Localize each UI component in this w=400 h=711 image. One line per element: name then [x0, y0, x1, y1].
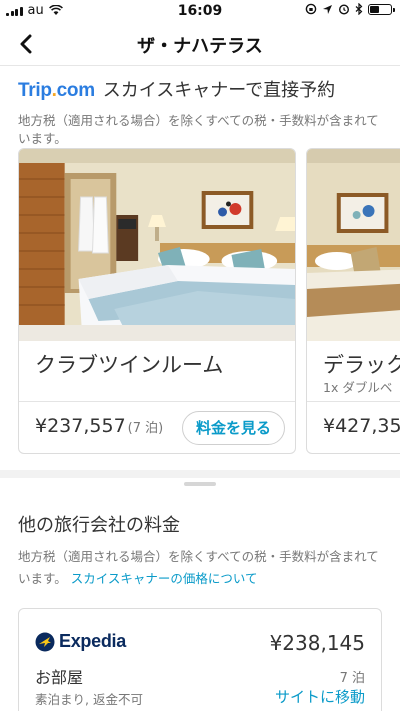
direct-booking-tax-note: 地方税（適用される場合）を除くすべての税・手数料が含まれています。 [18, 113, 379, 146]
room-photo [307, 149, 400, 341]
room-card[interactable]: デラック 1x ダブルベ ¥427,35 [306, 148, 400, 454]
view-price-button[interactable]: 料金を見る [181, 411, 285, 445]
other-agents-note: 地方税（適用される場合）を除くすべての税・手数料が含まれています。 スカイスキャ… [18, 546, 386, 590]
room-price-nights: (7 泊) [127, 421, 164, 436]
card-divider [307, 401, 400, 402]
expedia-logo: Expedia [35, 631, 126, 652]
chevron-left-icon [20, 34, 32, 54]
trip-com-logo: Trip.com [18, 80, 95, 101]
section-separator [0, 470, 400, 478]
room-name: クラブツインルーム [35, 353, 224, 377]
agent-name: Expedia [59, 631, 126, 651]
agent-price: ¥238,145 [269, 631, 365, 655]
room-photo [19, 149, 295, 341]
room-card[interactable]: クラブツインルーム ¥237,557 (7 泊) 料金を見る [18, 148, 296, 454]
card-divider [19, 401, 295, 402]
direct-booking-title: スカイスキャナーで直接予約 [102, 80, 336, 101]
agent-offer-card[interactable]: Expedia ¥238,145 お部屋 7 泊 素泊まり, 返金不可 サイトに… [18, 608, 382, 711]
nav-bar: ザ・ナハテラス [0, 22, 400, 66]
status-bar: au 16:09 [0, 0, 400, 22]
agent-room-type: お部屋 [35, 668, 84, 687]
room-card-carousel[interactable]: クラブツインルーム ¥237,557 (7 泊) 料金を見る デラック 1x ダ… [18, 148, 400, 454]
bluetooth-icon [355, 3, 363, 15]
other-agents-title: 他の旅行会社の料金 [18, 515, 180, 536]
globe-plane-icon [35, 632, 55, 651]
room-name: デラック [323, 353, 400, 377]
orientation-lock-icon [305, 3, 317, 15]
room-price: ¥427,35 [323, 415, 400, 437]
hotel-prices-content: Trip.com スカイスキャナーで直接予約 地方税（適用される場合）を除くすべ… [0, 66, 400, 711]
room-price-amount: ¥427,35 [323, 415, 400, 437]
room-price-amount: ¥237,557 [35, 415, 126, 437]
battery-icon [368, 3, 395, 15]
drag-handle[interactable] [184, 482, 216, 486]
agent-terms: 素泊まり, 返金不可 [35, 692, 143, 707]
alarm-icon [338, 4, 350, 15]
back-button[interactable] [12, 30, 40, 58]
price-info-link[interactable]: スカイスキャナーの価格について [71, 571, 258, 586]
agent-nights: 7 泊 [339, 671, 365, 686]
room-bed-info: 1x ダブルベ [323, 380, 393, 395]
page-title: ザ・ナハテラス [137, 36, 263, 57]
direct-booking-header: Trip.com スカイスキャナーで直接予約 [18, 76, 335, 102]
status-right [305, 3, 395, 15]
go-to-site-link[interactable]: サイトに移動 [275, 686, 365, 707]
location-arrow-icon [323, 4, 332, 14]
room-price: ¥237,557 (7 泊) [35, 415, 163, 437]
